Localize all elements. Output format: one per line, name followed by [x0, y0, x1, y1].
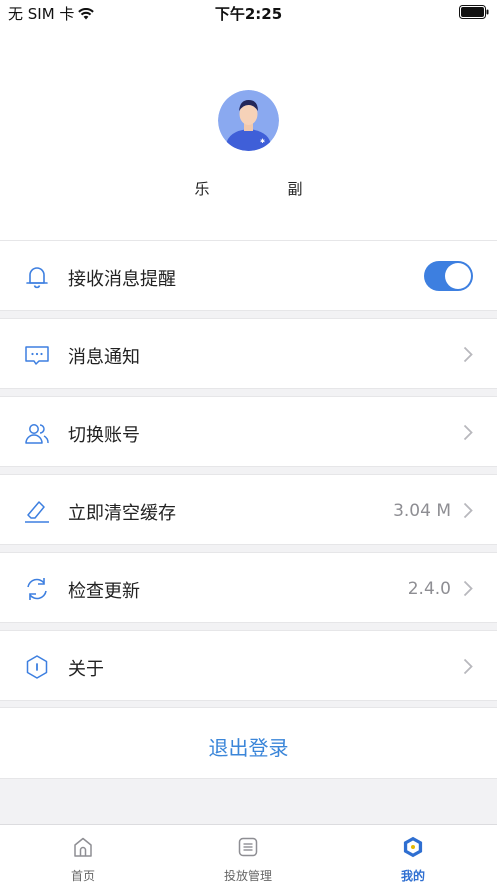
tab-home[interactable]: 首页 [23, 825, 143, 883]
logout-button[interactable]: 退出登录 [0, 707, 497, 779]
message-icon [25, 346, 49, 365]
profile-header: ✱ 乐副 [0, 26, 497, 240]
status-bar: 无 SIM 卡 下午2:25 [0, 0, 497, 26]
message-notifications-row[interactable]: 消息通知 [0, 318, 497, 389]
tab-home-label: 首页 [70, 869, 95, 883]
users-icon [25, 424, 49, 444]
chevron-right-icon [463, 502, 473, 519]
about-label: 关于 [68, 659, 104, 680]
switch-account-row[interactable]: 切换账号 [0, 396, 497, 467]
home-icon [74, 837, 92, 857]
message-notifications-label: 消息通知 [68, 347, 140, 368]
tab-delivery-management-label: 投放管理 [223, 869, 272, 883]
cache-size-value: 3.04 M [393, 501, 451, 521]
chevron-right-icon [463, 346, 473, 363]
battery-icon [459, 5, 489, 19]
clear-cache-label: 立即清空缓存 [68, 503, 176, 524]
list-icon [238, 837, 258, 857]
username-mask [209, 181, 288, 198]
toggle-knob [445, 263, 471, 289]
notifications-toggle[interactable] [424, 261, 473, 291]
chevron-right-icon [463, 580, 473, 597]
tab-mine-label: 我的 [400, 869, 425, 883]
tab-mine[interactable]: 我的 [353, 825, 473, 883]
bell-icon [26, 267, 48, 289]
username: 乐副 [0, 178, 497, 199]
version-value: 2.4.0 [407, 579, 451, 599]
check-update-label: 检查更新 [68, 581, 140, 602]
avatar[interactable]: ✱ [218, 90, 279, 151]
clear-cache-row[interactable]: 立即清空缓存 3.04 M [0, 474, 497, 545]
switch-account-label: 切换账号 [68, 425, 140, 446]
notifications-label: 接收消息提醒 [68, 269, 176, 290]
profile-hex-icon [403, 836, 423, 858]
eraser-icon [25, 501, 49, 523]
check-update-row[interactable]: 检查更新 2.4.0 [0, 552, 497, 623]
status-time: 下午2:25 [214, 5, 283, 23]
chevron-right-icon [463, 424, 473, 441]
tab-bar: 首页 投放管理 我的 [0, 824, 497, 883]
tab-delivery-management[interactable]: 投放管理 [188, 825, 308, 883]
username-start: 乐 [194, 180, 210, 198]
refresh-icon [27, 578, 47, 600]
svg-text:✱: ✱ [260, 138, 265, 145]
logout-label: 退出登录 [208, 736, 289, 760]
info-hex-icon [26, 655, 48, 679]
notifications-toggle-row[interactable]: 接收消息提醒 [0, 240, 497, 311]
about-row[interactable]: 关于 [0, 630, 497, 701]
chevron-right-icon [463, 658, 473, 675]
username-end: 副 [287, 180, 303, 198]
